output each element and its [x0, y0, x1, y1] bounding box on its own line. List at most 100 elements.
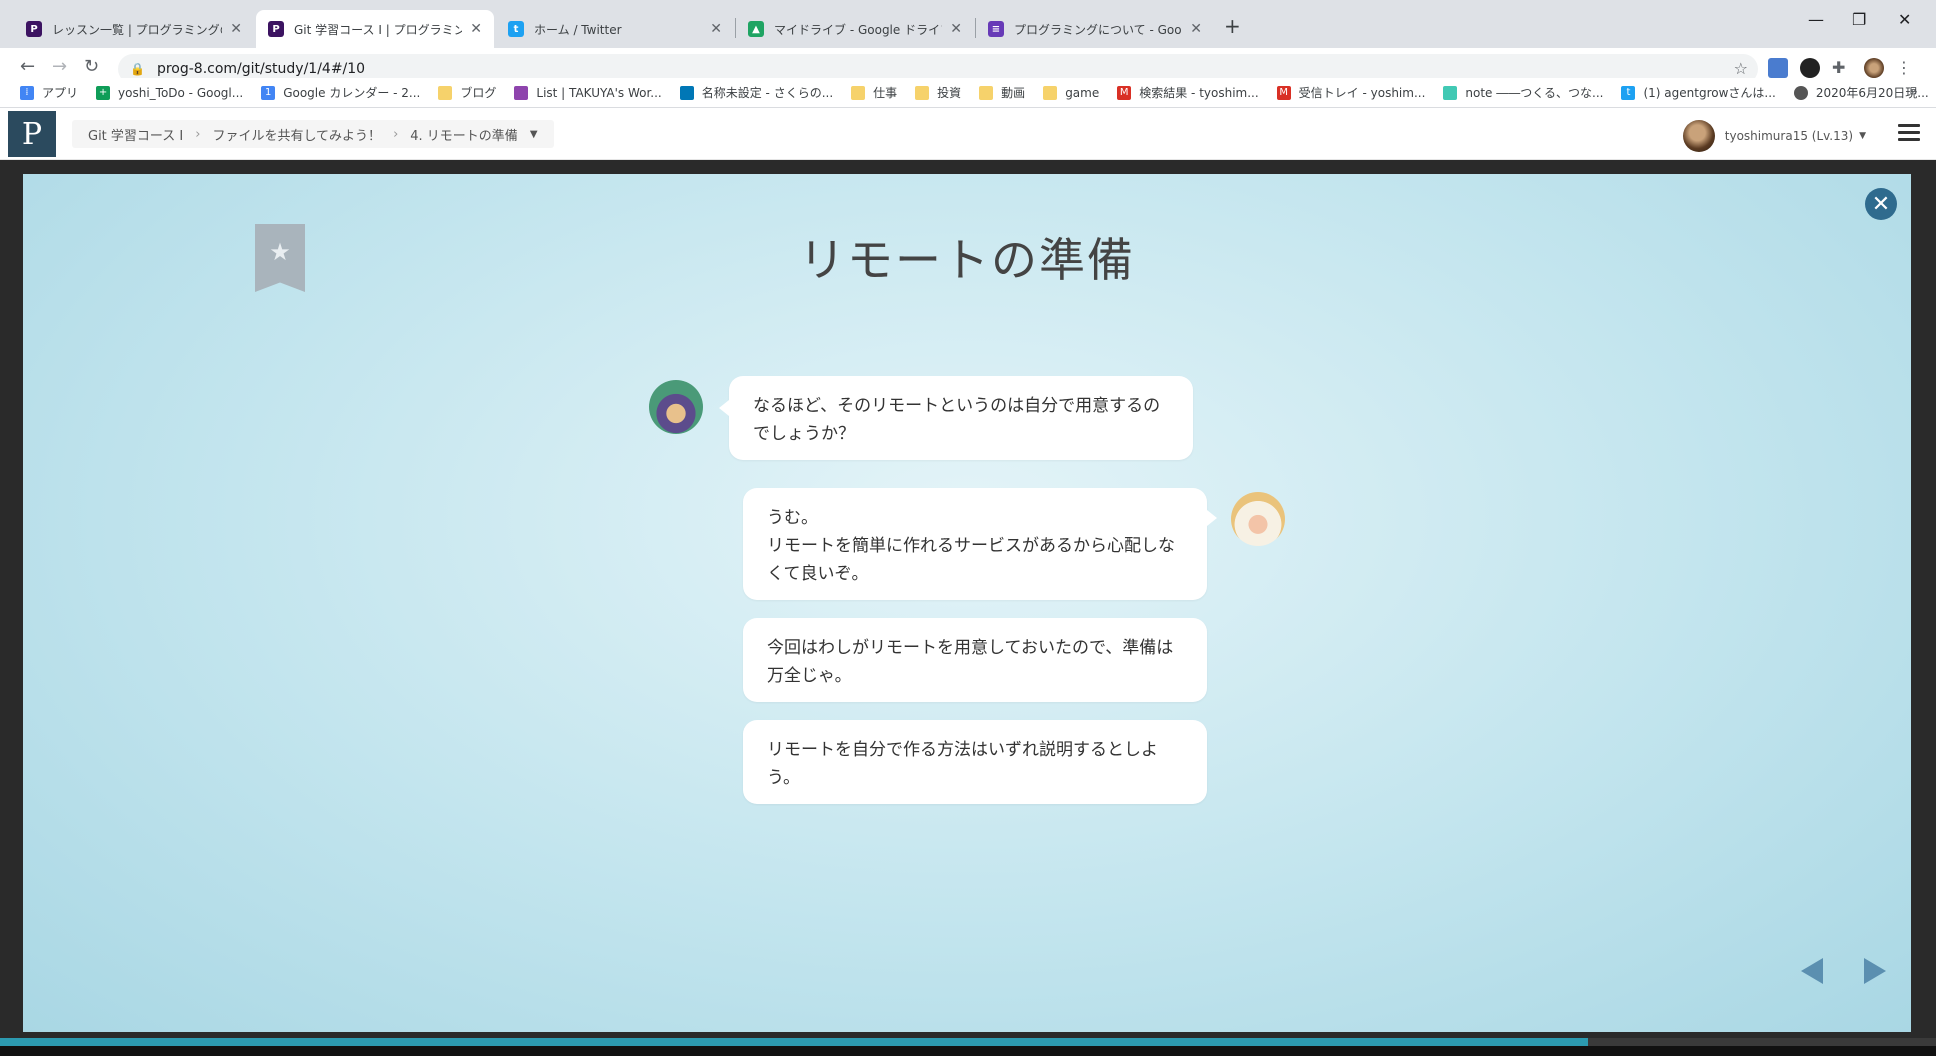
chevron-right-icon: › — [393, 126, 399, 142]
site-icon — [514, 85, 529, 100]
username-level: tyoshimura15 (Lv.13) — [1724, 129, 1854, 143]
site-icon — [679, 85, 694, 100]
bookmark-label: 投資 — [937, 86, 962, 100]
folder-icon — [438, 85, 453, 100]
tab-twitter[interactable]: t ホーム / Twitter ✕ — [496, 10, 734, 48]
folder-icon — [979, 85, 994, 100]
folder-icon — [851, 85, 866, 100]
tab-title: マイドライブ - Google ドライブ — [774, 22, 943, 37]
tab-title: Git 学習コース I | プログラミングの入門 — [294, 22, 463, 37]
bookmark-folder-invest[interactable]: 投資 — [915, 84, 961, 101]
calendar-icon: 1 — [261, 85, 276, 100]
tab-lesson-list[interactable]: P レッスン一覧 | プログラミングの入門な ✕ — [14, 10, 254, 48]
sheep-character-avatar — [1231, 492, 1285, 546]
site-icon — [1793, 85, 1808, 100]
tab-close-icon[interactable]: ✕ — [230, 21, 242, 37]
browser-window: P レッスン一覧 | プログラミングの入門な ✕ P Git 学習コース I |… — [0, 0, 1936, 1056]
note-icon — [1443, 85, 1458, 100]
bookmark-apps[interactable]: ⁞ アプリ — [20, 84, 78, 101]
breadcrumb: Git 学習コース I › ファイルを共有してみよう！ › 4. リモートの準備… — [72, 120, 554, 148]
bookmark-folder-game[interactable]: game — [1043, 85, 1100, 100]
tab-close-icon[interactable]: ✕ — [710, 21, 722, 37]
profile-avatar-icon[interactable] — [1864, 58, 1884, 78]
progate-favicon-icon: P — [26, 21, 42, 37]
restore-icon[interactable]: ❐ — [1852, 10, 1866, 29]
user-menu[interactable]: tyoshimura15 (Lv.13) ▼ — [1682, 120, 1866, 152]
tab-git-course[interactable]: P Git 学習コース I | プログラミングの入門 ✕ — [256, 10, 494, 48]
bookmark-page-star-icon[interactable]: ☆ — [1734, 59, 1748, 78]
bookmark-gmail-search[interactable]: M 検索結果 - tyoshim... — [1117, 84, 1259, 101]
tab-close-icon[interactable]: ✕ — [1190, 21, 1202, 37]
bookmark-folder-video[interactable]: 動画 — [979, 84, 1025, 101]
breadcrumb-course[interactable]: Git 学習コース I — [88, 125, 183, 144]
bookmark-todo-sheet[interactable]: + yoshi_ToDo - Googl... — [96, 85, 244, 100]
twitter-icon: t — [1621, 85, 1636, 100]
apps-grid-icon: ⁞ — [20, 85, 34, 100]
bookmark-twitter[interactable]: t (1) agentgrowさんは... — [1621, 84, 1776, 101]
close-icon[interactable]: ✕ — [1865, 188, 1897, 220]
tab-close-icon[interactable]: ✕ — [470, 21, 482, 37]
extensions-puzzle-icon[interactable]: ✚ — [1832, 58, 1852, 78]
forward-arrow-icon[interactable]: → — [52, 56, 67, 77]
chevron-right-icon: › — [195, 126, 201, 142]
site-header: P Git 学習コース I › ファイルを共有してみよう！ › 4. リモートの… — [0, 108, 1936, 160]
url-text: prog-8.com/git/study/1/4#/10 — [156, 61, 366, 77]
bookmark-note[interactable]: note ――つくる、つな... — [1443, 84, 1603, 101]
ninja-character-avatar — [649, 380, 703, 434]
chat-bubble-sheep: 今回はわしがリモートを用意しておいたので、準備は万全じゃ。 — [743, 618, 1207, 702]
tab-title: プログラミングについて - Google フォー — [1014, 22, 1182, 37]
new-tab-icon[interactable]: + — [1224, 14, 1241, 38]
tab-title: ホーム / Twitter — [534, 22, 622, 37]
chat-bubble-ninja: なるほど、そのリモートというのは自分で用意するのでしょうか？ — [719, 376, 1193, 460]
prev-arrow-icon[interactable] — [1801, 958, 1823, 984]
bookmark-folder-blog[interactable]: ブログ — [438, 84, 496, 101]
bookmark-label: 名称未設定 - さくらの... — [701, 86, 834, 100]
progate-favicon-icon: P — [268, 21, 284, 37]
chat-extension-icon[interactable] — [1800, 58, 1820, 78]
sheets-icon: + — [96, 85, 111, 100]
bookmarks-overflow-icon[interactable]: » — [1909, 84, 1918, 100]
calendar-extension-icon[interactable] — [1768, 58, 1788, 78]
gmail-icon: M — [1276, 85, 1291, 100]
hamburger-menu-icon[interactable] — [1898, 124, 1920, 142]
chat-bubble-sheep: リモートを自分で作る方法はいずれ説明するとしよう。 — [743, 720, 1207, 804]
tab-google-forms[interactable]: ≡ プログラミングについて - Google フォー ✕ — [976, 10, 1214, 48]
bookmark-sakura[interactable]: 名称未設定 - さくらの... — [679, 84, 834, 101]
taskbar-strip — [0, 1046, 1936, 1056]
bookmark-gmail-inbox[interactable]: M 受信トレイ - yoshim... — [1276, 84, 1426, 101]
bookmarks-bar: ⁞ アプリ + yoshi_ToDo - Googl... 1 Google カレンダ… — [0, 78, 1936, 108]
minimize-icon[interactable]: — — [1808, 10, 1824, 29]
reload-icon[interactable]: ↻ — [84, 56, 99, 77]
lesson-progress-bar — [0, 1038, 1936, 1046]
bookmark-label: yoshi_ToDo - Googl... — [118, 85, 244, 100]
bookmark-label: 仕事 — [873, 86, 898, 100]
browser-menu-icon[interactable]: ⋮ — [1896, 58, 1916, 78]
tab-google-drive[interactable]: ▲ マイドライブ - Google ドライブ ✕ — [736, 10, 974, 48]
bookmark-folder-work[interactable]: 仕事 — [851, 84, 897, 101]
tab-close-icon[interactable]: ✕ — [950, 21, 962, 37]
breadcrumb-chapter[interactable]: ファイルを共有してみよう！ — [212, 125, 381, 144]
bookmark-label: Google カレンダー - 2... — [283, 86, 421, 100]
breadcrumb-lesson[interactable]: 4. リモートの準備 — [410, 125, 518, 144]
next-arrow-icon[interactable] — [1864, 958, 1886, 984]
caret-down-icon[interactable]: ▼ — [530, 129, 538, 140]
tab-strip: P レッスン一覧 | プログラミングの入門な ✕ P Git 学習コース I |… — [0, 0, 1936, 48]
bookmark-label: ブログ — [460, 86, 497, 100]
bookmark-label: game — [1065, 85, 1100, 100]
bookmark-calendar[interactable]: 1 Google カレンダー - 2... — [261, 84, 420, 101]
drive-favicon-icon: ▲ — [748, 21, 764, 37]
folder-icon — [915, 85, 930, 100]
bookmark-label: 受信トレイ - yoshim... — [1298, 86, 1426, 100]
window-close-icon[interactable]: ✕ — [1898, 10, 1911, 29]
bookmark-label: List | TAKUYA's Wor... — [536, 85, 662, 100]
folder-icon — [1043, 85, 1058, 100]
progate-logo-icon[interactable]: P — [8, 111, 56, 157]
twitter-favicon-icon: t — [508, 21, 524, 37]
bookmark-label: (1) agentgrowさんは... — [1643, 86, 1776, 100]
bookmark-label: アプリ — [42, 86, 79, 100]
bookmark-label: 動画 — [1001, 86, 1026, 100]
bookmark-takuya[interactable]: List | TAKUYA's Wor... — [514, 85, 662, 100]
chat-bubble-sheep: うむ。 リモートを簡単に作れるサービスがあるから心配しなくて良いぞ。 — [743, 488, 1217, 600]
back-arrow-icon[interactable]: ← — [20, 56, 35, 77]
forms-favicon-icon: ≡ — [988, 21, 1004, 37]
